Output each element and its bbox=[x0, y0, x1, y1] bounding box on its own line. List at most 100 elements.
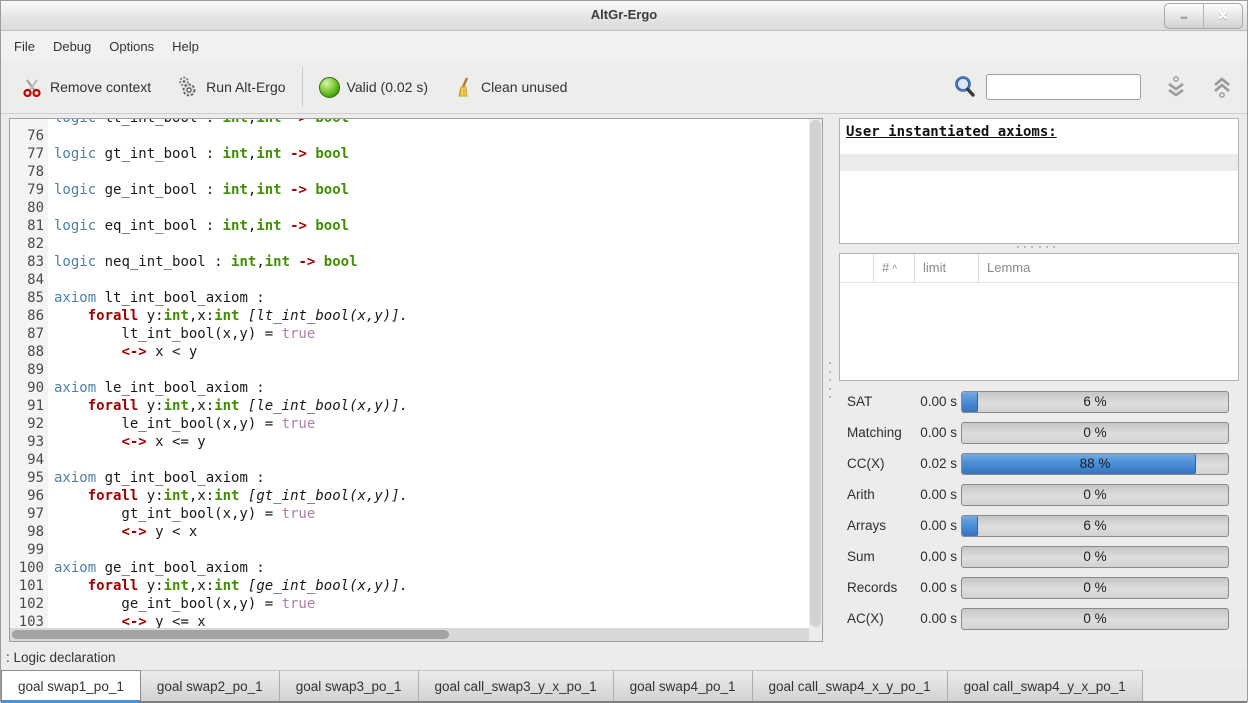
tab-goal-swap2_po_1[interactable]: goal swap2_po_1 bbox=[141, 670, 280, 701]
code-line[interactable] bbox=[54, 163, 809, 181]
line-number: 78 bbox=[10, 163, 44, 181]
stat-time: 0.00 s bbox=[911, 394, 957, 409]
code-line[interactable]: forall y:int,x:int [gt_int_bool(x,y)]. bbox=[54, 487, 809, 505]
code-line[interactable]: gt_int_bool(x,y) = true bbox=[54, 505, 809, 523]
minimize-button[interactable]: – bbox=[1165, 4, 1203, 28]
code-line[interactable]: logic ge_int_bool : int,int -> bool bbox=[54, 181, 809, 199]
clean-unused-button[interactable]: Clean unused bbox=[448, 70, 573, 104]
search-next-icon[interactable] bbox=[1165, 75, 1187, 99]
menu-item-options[interactable]: Options bbox=[100, 34, 163, 59]
code-line[interactable]: forall y:int,x:int [lt_int_bool(x,y)]. bbox=[54, 307, 809, 325]
title-bar: AltGr-Ergo – ✕ bbox=[1, 1, 1247, 31]
stat-percent: 0 % bbox=[962, 611, 1228, 626]
stat-time: 0.00 s bbox=[911, 549, 957, 564]
code-line[interactable]: logic neq_int_bool : int,int -> bool bbox=[54, 253, 809, 271]
stat-percent: 0 % bbox=[962, 487, 1228, 502]
tab-goal-swap3_po_1[interactable]: goal swap3_po_1 bbox=[280, 670, 419, 701]
line-number: 98 bbox=[10, 523, 44, 541]
search-input[interactable] bbox=[986, 74, 1141, 100]
close-button[interactable]: ✕ bbox=[1203, 4, 1242, 28]
menu-item-help[interactable]: Help bbox=[163, 34, 208, 59]
stat-label: Arith bbox=[847, 487, 875, 502]
remove-context-button[interactable]: Remove context bbox=[15, 70, 157, 104]
code-line[interactable]: axiom lt_int_bool_axiom : bbox=[54, 289, 809, 307]
stat-row-records: Records0.00 s0 % bbox=[839, 573, 1239, 604]
stat-row-arrays: Arrays0.00 s6 % bbox=[839, 511, 1239, 542]
stat-time: 0.00 s bbox=[911, 487, 957, 502]
stat-row-sum: Sum 0.00 s 0 % bbox=[839, 542, 1239, 573]
menu-item-debug[interactable]: Debug bbox=[44, 34, 100, 59]
code-line[interactable]: <-> x < y bbox=[54, 343, 809, 361]
window-controls: – ✕ bbox=[1164, 3, 1243, 29]
stat-progressbar: 6 % bbox=[961, 515, 1229, 537]
axioms-empty-row[interactable] bbox=[840, 154, 1238, 171]
lemma-col-hash[interactable]: #^ bbox=[874, 254, 915, 282]
stat-time: 0.00 s bbox=[911, 518, 957, 533]
user-axioms-panel[interactable]: User instantiated axioms: bbox=[839, 118, 1239, 244]
line-number: 102 bbox=[10, 595, 44, 613]
lemma-col-limit[interactable]: limit bbox=[915, 254, 979, 282]
lemma-col-lemma[interactable]: Lemma bbox=[979, 254, 1238, 282]
code-area[interactable]: logic lt_int_bool : int,int -> bool logi… bbox=[48, 119, 809, 628]
tab-goal-swap4_po_1[interactable]: goal swap4_po_1 bbox=[614, 670, 753, 701]
tab-goal-call_swap4_x_y_po_1[interactable]: goal call_swap4_x_y_po_1 bbox=[753, 670, 948, 701]
code-line[interactable]: axiom gt_int_bool_axiom : bbox=[54, 469, 809, 487]
tab-goal-call_swap3_y_x_po_1[interactable]: goal call_swap3_y_x_po_1 bbox=[419, 670, 614, 701]
code-line[interactable]: lt_int_bool(x,y) = true bbox=[54, 325, 809, 343]
line-number: 85 bbox=[10, 289, 44, 307]
editor-vertical-scrollbar[interactable] bbox=[809, 119, 822, 628]
line-number: 80 bbox=[10, 199, 44, 217]
code-line[interactable]: <-> x <= y bbox=[54, 433, 809, 451]
gears-icon bbox=[175, 75, 199, 99]
code-line[interactable] bbox=[54, 127, 809, 145]
line-number: 97 bbox=[10, 505, 44, 523]
horizontal-pane-splitter[interactable] bbox=[1017, 246, 1055, 248]
code-line[interactable] bbox=[54, 451, 809, 469]
stat-progressbar: 0 % bbox=[961, 546, 1229, 568]
search-previous-icon[interactable] bbox=[1211, 75, 1233, 99]
code-line[interactable]: logic eq_int_bool : int,int -> bool bbox=[54, 217, 809, 235]
code-line[interactable] bbox=[54, 235, 809, 253]
stat-progressbar: 0 % bbox=[961, 608, 1229, 630]
tab-goal-swap1_po_1[interactable]: goal swap1_po_1 bbox=[1, 670, 141, 701]
lemma-table: #^ limit Lemma bbox=[839, 253, 1239, 381]
menu-item-file[interactable]: File bbox=[5, 34, 44, 59]
line-number: 84 bbox=[10, 271, 44, 289]
stat-progressbar: 0 % bbox=[961, 422, 1229, 444]
stat-label: Sum bbox=[847, 549, 875, 564]
editor-horizontal-scrollbar[interactable] bbox=[10, 628, 809, 641]
tab-goal-call_swap4_y_x_po_1[interactable]: goal call_swap4_y_x_po_1 bbox=[948, 670, 1143, 701]
code-line[interactable]: <-> y <= x bbox=[54, 613, 809, 628]
code-line[interactable] bbox=[54, 199, 809, 217]
run-alt-ergo-button[interactable]: Run Alt-Ergo bbox=[169, 69, 291, 105]
stat-percent: 88 % bbox=[962, 456, 1228, 471]
code-line[interactable]: forall y:int,x:int [ge_int_bool(x,y)]. bbox=[54, 577, 809, 595]
line-number: 81 bbox=[10, 217, 44, 235]
code-line[interactable]: axiom le_int_bool_axiom : bbox=[54, 379, 809, 397]
status-bar: : Logic declaration bbox=[1, 646, 1247, 670]
stat-label: AC(X) bbox=[847, 611, 884, 626]
code-line[interactable]: <-> y < x bbox=[54, 523, 809, 541]
lemma-col-blank bbox=[840, 254, 874, 282]
vertical-pane-splitter[interactable] bbox=[829, 362, 833, 398]
code-line[interactable]: logic gt_int_bool : int,int -> bool bbox=[54, 145, 809, 163]
line-number: 88 bbox=[10, 343, 44, 361]
stat-progressbar: 88 % bbox=[961, 453, 1229, 475]
code-line[interactable]: ge_int_bool(x,y) = true bbox=[54, 595, 809, 613]
stat-time: 0.00 s bbox=[911, 611, 957, 626]
run-alt-ergo-label: Run Alt-Ergo bbox=[206, 79, 285, 95]
stat-label: SAT bbox=[847, 394, 872, 409]
code-line[interactable] bbox=[54, 541, 809, 559]
stat-time: 0.00 s bbox=[911, 425, 957, 440]
code-line[interactable] bbox=[54, 271, 809, 289]
stat-percent: 0 % bbox=[962, 549, 1228, 564]
code-line[interactable]: forall y:int,x:int [le_int_bool(x,y)]. bbox=[54, 397, 809, 415]
goal-tab-bar: goal swap1_po_1goal swap2_po_1goal swap3… bbox=[1, 670, 1247, 703]
code-line[interactable]: le_int_bool(x,y) = true bbox=[54, 415, 809, 433]
code-line[interactable]: axiom ge_int_bool_axiom : bbox=[54, 559, 809, 577]
stat-percent: 6 % bbox=[962, 518, 1228, 533]
stat-row-sat: SAT0.00 s6 % bbox=[839, 387, 1239, 418]
code-editor[interactable]: 7677787980818283848586878889909192939495… bbox=[9, 118, 823, 642]
code-line[interactable] bbox=[54, 361, 809, 379]
stats-list: SAT0.00 s6 %Matching0.00 s0 %CC(X)0.02 s… bbox=[839, 387, 1239, 643]
